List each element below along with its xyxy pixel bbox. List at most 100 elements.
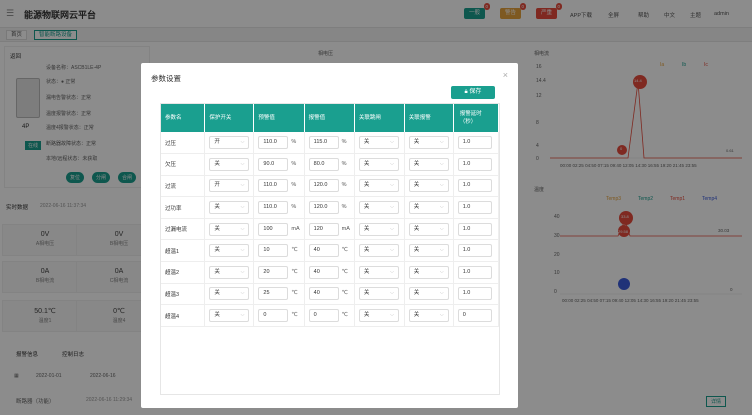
alert-select[interactable]: 关 ⌵ [408,136,449,150]
alarm-input[interactable]: 0 [308,309,339,323]
alert-select[interactable]: 关 ⌵ [408,265,449,279]
select-value: 关 [413,160,420,167]
param-table: 参数名 保护开关 预警值 报警值 关联跳闸 关联报警 报警延时（秒） 过压开 ⌵ 1… [160,103,500,395]
param-row: 欠压关 ⌵ 90.0% 80.0% 关 ⌵ 关 ⌵ 1.0 [161,153,500,176]
alert-select[interactable]: 关 ⌵ [408,179,449,193]
unit-label: ℃ [341,247,348,254]
alert-select[interactable]: 关 ⌵ [408,201,449,215]
alert-select[interactable]: 关 ⌵ [408,244,449,258]
warn-input[interactable]: 100 [258,222,289,236]
alarm-input[interactable]: 120 [308,222,339,236]
chevron-down-icon: ⌵ [390,160,394,167]
trip-select[interactable]: 关 ⌵ [358,157,399,171]
chevron-down-icon: ⌵ [240,268,245,275]
unit-label: ℃ [341,290,348,297]
select-value: 关 [214,290,220,297]
alert-select[interactable]: 关 ⌵ [408,157,449,171]
col-header: 关联报警 [404,104,454,132]
unit-label: mA [341,225,350,232]
alert-select[interactable]: 关 ⌵ [408,287,449,301]
param-row: 过流开 ⌵ 110.0% 120.0% 关 ⌵ 关 ⌵ 1.0 [161,175,500,198]
protect-select[interactable]: 关 ⌵ [209,309,250,323]
delay-input[interactable]: 1.0 [457,265,492,279]
trip-select[interactable]: 关 ⌵ [358,287,399,301]
alarm-input[interactable]: 40 [308,287,339,301]
delay-input[interactable]: 1.0 [457,201,492,215]
warn-input[interactable]: 110.0 [258,179,289,193]
alarm-input[interactable]: 40 [308,244,339,258]
unit-label: % [341,182,347,189]
protect-select[interactable]: 关 ⌵ [209,157,250,171]
chevron-down-icon: ⌵ [390,204,394,211]
delay-input[interactable]: 1.0 [457,157,492,171]
select-value: 关 [413,139,420,146]
warn-input[interactable]: 90.0 [258,157,289,171]
delay-input[interactable]: 1.0 [457,287,492,301]
param-name: 超温2 [161,261,206,284]
alarm-input[interactable]: 120.0 [308,201,339,215]
trip-select[interactable]: 关 ⌵ [358,201,399,215]
alert-select[interactable]: 关 ⌵ [408,309,449,323]
delay-input[interactable]: 1.0 [457,222,492,236]
trip-select[interactable]: 关 ⌵ [358,309,399,323]
select-value: 开 [214,139,220,146]
warn-input[interactable]: 20 [258,265,289,279]
trip-select[interactable]: 关 ⌵ [358,222,399,236]
delay-input[interactable]: 0 [457,309,492,323]
chevron-down-icon: ⌵ [439,225,444,232]
trip-select[interactable]: 关 ⌵ [358,136,399,150]
select-value: 关 [413,182,420,189]
warn-input[interactable]: 10 [258,244,289,258]
delay-input[interactable]: 1.0 [457,179,492,193]
alert-select[interactable]: 关 ⌵ [408,222,449,236]
param-row: 过功率关 ⌵ 110.0% 120.0% 关 ⌵ 关 ⌵ 1.0 [161,196,500,219]
trip-select[interactable]: 关 ⌵ [358,244,399,258]
chevron-down-icon: ⌵ [439,268,444,275]
chevron-down-icon: ⌵ [390,139,394,146]
chevron-down-icon: ⌵ [390,290,394,297]
trip-select[interactable]: 关 ⌵ [358,265,399,279]
chevron-down-icon: ⌵ [390,268,394,275]
unit-label: % [341,160,347,167]
select-value: 关 [214,247,220,254]
warn-input[interactable]: 25 [258,287,289,301]
warn-input[interactable]: 0 [258,309,289,323]
select-value: 关 [214,268,220,275]
param-name: 欠压 [161,153,206,176]
table-header-row: 参数名 保护开关 预警值 报警值 关联跳闸 关联报警 报警延时（秒） [161,104,500,132]
col-header: 参数名 [161,104,206,132]
alarm-input[interactable]: 120.0 [308,179,339,193]
protect-select[interactable]: 关 ⌵ [209,222,250,236]
delay-input[interactable]: 1.0 [457,244,492,258]
unit-label: % [341,204,347,211]
warn-input[interactable]: 110.0 [258,201,289,215]
protect-select[interactable]: 关 ⌵ [209,265,250,279]
protect-select[interactable]: 关 ⌵ [209,244,250,258]
chevron-down-icon: ⌵ [439,182,444,189]
unit-label: % [341,139,347,146]
alarm-input[interactable]: 115.0 [308,136,339,150]
protect-select[interactable]: 开 ⌵ [209,136,250,150]
save-button[interactable]: 🔒︎ 保存 [451,86,495,99]
param-name: 过漏电流 [161,218,206,241]
col-header: 报警延时（秒） [453,104,500,132]
alarm-input[interactable]: 80.0 [308,157,339,171]
unit-label: % [291,204,297,211]
trip-select[interactable]: 关 ⌵ [358,179,399,193]
close-icon[interactable]: × [503,70,508,80]
protect-select[interactable]: 开 ⌵ [209,179,250,193]
param-name: 过功率 [161,196,206,219]
chevron-down-icon: ⌵ [240,160,245,167]
unit-label: ℃ [291,268,298,275]
delay-input[interactable]: 1.0 [457,136,492,150]
alarm-input[interactable]: 40 [308,265,339,279]
warn-input[interactable]: 110.0 [258,136,289,150]
select-value: 关 [363,182,370,189]
select-value: 关 [363,225,370,232]
chevron-down-icon: ⌵ [390,225,394,232]
select-value: 关 [214,160,220,167]
select-value: 关 [413,312,420,319]
protect-select[interactable]: 关 ⌵ [209,287,250,301]
protect-select[interactable]: 关 ⌵ [209,201,250,215]
param-name: 过压 [161,132,206,155]
